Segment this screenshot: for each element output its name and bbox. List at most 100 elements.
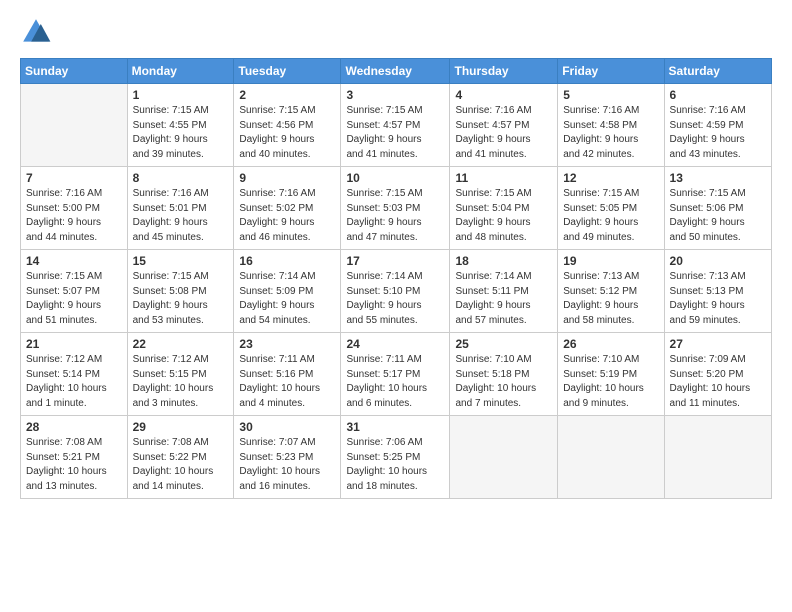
day-cell: [21, 84, 128, 167]
day-number: 8: [133, 171, 229, 185]
day-cell: 27 Sunrise: 7:09 AMSunset: 5:20 PMDayligh…: [664, 333, 771, 416]
day-number: 6: [670, 88, 766, 102]
day-number: 22: [133, 337, 229, 351]
day-number: 19: [563, 254, 658, 268]
day-info: Sunrise: 7:16 AMSunset: 5:00 PMDaylight:…: [26, 187, 122, 245]
day-cell: 26 Sunrise: 7:10 AMSunset: 5:19 PMDayligh…: [558, 333, 664, 416]
day-cell: 25Sunrise: 7:10 AMSunset: 5:18 PMDayligh…: [450, 333, 558, 416]
calendar-header-row: SundayMondayTuesdayWednesdayThursdayFrid…: [21, 59, 772, 84]
day-info: Sunrise: 7:15 AMSunset: 4:56 PMDaylight:…: [239, 104, 335, 162]
day-cell: 8 Sunrise: 7:16 AMSunset: 5:01 PMDaylight…: [127, 167, 234, 250]
day-info: Sunrise: 7:16 AMSunset: 5:01 PMDaylight:…: [133, 187, 229, 245]
day-cell: 11 Sunrise: 7:15 AMSunset: 5:04 PMDayligh…: [450, 167, 558, 250]
day-cell: 24 Sunrise: 7:11 AMSunset: 5:17 PMDayligh…: [341, 333, 450, 416]
day-info: Sunrise: 7:08 AMSunset: 5:22 PMDaylight:…: [133, 436, 229, 494]
day-header-friday: Friday: [558, 59, 664, 84]
day-cell: 3 Sunrise: 7:15 AMSunset: 4:57 PMDaylight…: [341, 84, 450, 167]
day-cell: 20 Sunrise: 7:13 AMSunset: 5:13 PMDayligh…: [664, 250, 771, 333]
week-row-3: 21 Sunrise: 7:12 AMSunset: 5:14 PMDayligh…: [21, 333, 772, 416]
day-number: 20: [670, 254, 766, 268]
week-row-2: 14Sunrise: 7:15 AMSunset: 5:07 PMDayligh…: [21, 250, 772, 333]
day-cell: 10 Sunrise: 7:15 AMSunset: 5:03 PMDayligh…: [341, 167, 450, 250]
day-info: Sunrise: 7:15 AMSunset: 5:07 PMDaylight:…: [26, 270, 122, 328]
page: SundayMondayTuesdayWednesdayThursdayFrid…: [0, 0, 792, 509]
day-cell: 12 Sunrise: 7:15 AMSunset: 5:05 PMDayligh…: [558, 167, 664, 250]
day-cell: 19Sunrise: 7:13 AMSunset: 5:12 PMDayligh…: [558, 250, 664, 333]
day-info: Sunrise: 7:15 AMSunset: 5:05 PMDaylight:…: [563, 187, 658, 245]
day-cell: 22Sunrise: 7:12 AMSunset: 5:15 PMDayligh…: [127, 333, 234, 416]
day-cell: 1 Sunrise: 7:15 AMSunset: 4:55 PMDaylight…: [127, 84, 234, 167]
day-cell: 28 Sunrise: 7:08 AMSunset: 5:21 PMDayligh…: [21, 416, 128, 499]
day-cell: 29 Sunrise: 7:08 AMSunset: 5:22 PMDayligh…: [127, 416, 234, 499]
day-cell: 5Sunrise: 7:16 AMSunset: 4:58 PMDaylight…: [558, 84, 664, 167]
day-info: Sunrise: 7:07 AMSunset: 5:23 PMDaylight:…: [239, 436, 335, 494]
day-info: Sunrise: 7:15 AMSunset: 5:08 PMDaylight:…: [133, 270, 229, 328]
day-number: 7: [26, 171, 122, 185]
day-number: 3: [346, 88, 444, 102]
logo: [20, 16, 56, 48]
day-info: Sunrise: 7:13 AMSunset: 5:13 PMDaylight:…: [670, 270, 766, 328]
day-number: 31: [346, 420, 444, 434]
week-row-0: 1 Sunrise: 7:15 AMSunset: 4:55 PMDaylight…: [21, 84, 772, 167]
day-cell: 7 Sunrise: 7:16 AMSunset: 5:00 PMDaylight…: [21, 167, 128, 250]
day-cell: 18 Sunrise: 7:14 AMSunset: 5:11 PMDayligh…: [450, 250, 558, 333]
day-cell: 23Sunrise: 7:11 AMSunset: 5:16 PMDayligh…: [234, 333, 341, 416]
day-number: 30: [239, 420, 335, 434]
day-number: 29: [133, 420, 229, 434]
day-info: Sunrise: 7:09 AMSunset: 5:20 PMDaylight:…: [670, 353, 766, 411]
day-number: 10: [346, 171, 444, 185]
day-number: 26: [563, 337, 658, 351]
day-info: Sunrise: 7:14 AMSunset: 5:09 PMDaylight:…: [239, 270, 335, 328]
day-info: Sunrise: 7:16 AMSunset: 5:02 PMDaylight:…: [239, 187, 335, 245]
day-info: Sunrise: 7:16 AMSunset: 4:58 PMDaylight:…: [563, 104, 658, 162]
day-cell: 21 Sunrise: 7:12 AMSunset: 5:14 PMDayligh…: [21, 333, 128, 416]
day-number: 16: [239, 254, 335, 268]
day-info: Sunrise: 7:16 AMSunset: 4:59 PMDaylight:…: [670, 104, 766, 162]
day-number: 1: [133, 88, 229, 102]
day-info: Sunrise: 7:15 AMSunset: 5:04 PMDaylight:…: [455, 187, 552, 245]
day-info: Sunrise: 7:14 AMSunset: 5:10 PMDaylight:…: [346, 270, 444, 328]
day-cell: [450, 416, 558, 499]
day-header-sunday: Sunday: [21, 59, 128, 84]
day-number: 21: [26, 337, 122, 351]
day-number: 4: [455, 88, 552, 102]
day-info: Sunrise: 7:15 AMSunset: 4:57 PMDaylight:…: [346, 104, 444, 162]
day-info: Sunrise: 7:06 AMSunset: 5:25 PMDaylight:…: [346, 436, 444, 494]
day-info: Sunrise: 7:10 AMSunset: 5:19 PMDaylight:…: [563, 353, 658, 411]
day-cell: [664, 416, 771, 499]
day-cell: 30 Sunrise: 7:07 AMSunset: 5:23 PMDayligh…: [234, 416, 341, 499]
day-info: Sunrise: 7:15 AMSunset: 4:55 PMDaylight:…: [133, 104, 229, 162]
day-number: 15: [133, 254, 229, 268]
day-header-tuesday: Tuesday: [234, 59, 341, 84]
day-number: 11: [455, 171, 552, 185]
day-header-monday: Monday: [127, 59, 234, 84]
day-number: 23: [239, 337, 335, 351]
calendar: SundayMondayTuesdayWednesdayThursdayFrid…: [20, 58, 772, 499]
day-number: 27: [670, 337, 766, 351]
day-cell: 14Sunrise: 7:15 AMSunset: 5:07 PMDayligh…: [21, 250, 128, 333]
day-cell: 16 Sunrise: 7:14 AMSunset: 5:09 PMDayligh…: [234, 250, 341, 333]
day-number: 18: [455, 254, 552, 268]
logo-icon: [20, 16, 52, 48]
day-cell: 9 Sunrise: 7:16 AMSunset: 5:02 PMDaylight…: [234, 167, 341, 250]
day-cell: 31 Sunrise: 7:06 AMSunset: 5:25 PMDayligh…: [341, 416, 450, 499]
day-cell: 4Sunrise: 7:16 AMSunset: 4:57 PMDaylight…: [450, 84, 558, 167]
day-info: Sunrise: 7:11 AMSunset: 5:17 PMDaylight:…: [346, 353, 444, 411]
day-info: Sunrise: 7:15 AMSunset: 5:03 PMDaylight:…: [346, 187, 444, 245]
day-info: Sunrise: 7:15 AMSunset: 5:06 PMDaylight:…: [670, 187, 766, 245]
day-number: 12: [563, 171, 658, 185]
day-number: 9: [239, 171, 335, 185]
day-info: Sunrise: 7:14 AMSunset: 5:11 PMDaylight:…: [455, 270, 552, 328]
day-cell: 15 Sunrise: 7:15 AMSunset: 5:08 PMDayligh…: [127, 250, 234, 333]
header: [20, 16, 772, 48]
day-header-wednesday: Wednesday: [341, 59, 450, 84]
day-cell: 17Sunrise: 7:14 AMSunset: 5:10 PMDayligh…: [341, 250, 450, 333]
day-number: 28: [26, 420, 122, 434]
day-header-saturday: Saturday: [664, 59, 771, 84]
day-info: Sunrise: 7:12 AMSunset: 5:14 PMDaylight:…: [26, 353, 122, 411]
day-cell: 6 Sunrise: 7:16 AMSunset: 4:59 PMDaylight…: [664, 84, 771, 167]
day-header-thursday: Thursday: [450, 59, 558, 84]
day-number: 24: [346, 337, 444, 351]
day-info: Sunrise: 7:08 AMSunset: 5:21 PMDaylight:…: [26, 436, 122, 494]
day-cell: 2Sunrise: 7:15 AMSunset: 4:56 PMDaylight…: [234, 84, 341, 167]
